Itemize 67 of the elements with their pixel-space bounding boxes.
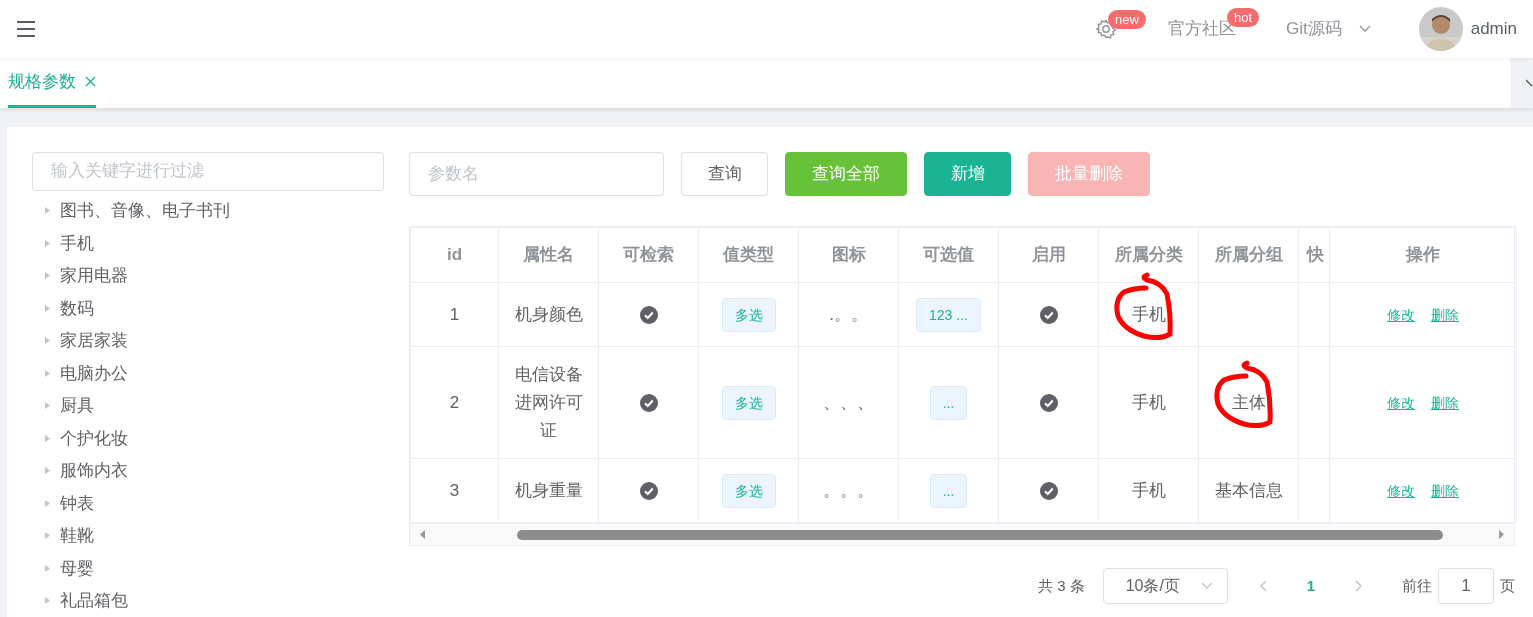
user-name[interactable]: admin xyxy=(1470,16,1517,42)
search-field[interactable]: 参数名 xyxy=(409,152,664,196)
table-cell: 基本信息 xyxy=(1214,480,1283,500)
table-cell: 电信设备进网许可证 xyxy=(498,346,599,459)
caret-icon xyxy=(1358,25,1371,33)
table-cell: 机身颜色 xyxy=(498,282,599,347)
table-cell: 1 xyxy=(410,282,499,347)
settings-link[interactable] xyxy=(1095,19,1116,39)
tree-item[interactable]: 钟表 xyxy=(32,487,384,520)
page-size-select[interactable]: 10条/页 xyxy=(1102,568,1228,604)
tree-item[interactable]: 手机 xyxy=(32,227,384,260)
column-header: 启用 xyxy=(998,227,1099,283)
goto-label: 前往 xyxy=(1402,575,1432,596)
table-cell: 机身重量 xyxy=(498,458,599,523)
tag: 123 ... xyxy=(916,297,981,332)
page-input[interactable]: 1 xyxy=(1438,568,1494,604)
table-cell: 、、、 xyxy=(798,346,899,459)
settings-icon xyxy=(1095,19,1116,39)
table-cell: 3 xyxy=(410,458,499,523)
menu-icon[interactable] xyxy=(16,19,36,39)
tree-item[interactable]: 电脑办公 xyxy=(32,357,384,390)
table-cell: 。。。 xyxy=(798,458,899,523)
scroll-right-icon[interactable] xyxy=(1499,530,1504,539)
close-icon[interactable] xyxy=(85,76,96,87)
page-suffix: 页 xyxy=(1500,575,1515,596)
column-header: 值类型 xyxy=(698,227,799,283)
column-header: 所属分组 xyxy=(1198,227,1299,283)
column-header: 图标 xyxy=(798,227,899,283)
tree-item[interactable]: 服饰内衣 xyxy=(32,454,384,487)
scroll-left-icon[interactable] xyxy=(420,530,425,539)
column-header: 可检索 xyxy=(598,227,699,283)
tree-item[interactable]: 礼品箱包 xyxy=(32,584,384,617)
source-dropdown[interactable]: Git源码 xyxy=(1285,16,1371,42)
tree-item[interactable]: 家用电器 xyxy=(32,259,384,292)
previous-page-icon[interactable] xyxy=(1259,580,1267,592)
table-cell: 手机 xyxy=(1131,480,1166,500)
tree-item[interactable]: 数码 xyxy=(32,292,384,325)
table-cell: 手机 xyxy=(1131,392,1166,412)
caret-icon xyxy=(1200,582,1213,590)
column-header: id xyxy=(410,227,499,283)
tag: 多选 xyxy=(721,385,776,420)
tree-item[interactable]: 图书、音像、电子书刊 xyxy=(32,194,384,227)
table-cell: 手机 xyxy=(1131,304,1166,324)
tree-item[interactable]: 鞋靴 xyxy=(32,519,384,552)
tag: 多选 xyxy=(721,297,776,332)
caret-icon xyxy=(1526,78,1533,88)
action-button[interactable]: 查询 xyxy=(681,152,768,196)
column-header: 操作 xyxy=(1329,227,1517,283)
column-header: 可选值 xyxy=(898,227,999,283)
tag: ... xyxy=(929,385,968,420)
tree-item[interactable]: 个护化妆 xyxy=(32,422,384,455)
filter-field[interactable]: 输入关键字进行过滤 xyxy=(32,152,384,191)
table-cell: 主体 xyxy=(1231,392,1266,412)
tag: ... xyxy=(929,473,968,508)
table-cell: 2 xyxy=(410,346,499,459)
tag: 多选 xyxy=(721,473,776,508)
table-cell: .。。 xyxy=(798,282,899,347)
column-header: 所属分类 xyxy=(1098,227,1199,283)
scrollbar[interactable] xyxy=(410,523,1514,545)
column-header: 属性名 xyxy=(498,227,599,283)
tree-item[interactable]: 厨具 xyxy=(32,389,384,422)
tree-item[interactable]: 家居家装 xyxy=(32,324,384,357)
column-header: 快 xyxy=(1298,227,1330,283)
total-count: 共 3 条 xyxy=(1037,575,1085,596)
badge-count: new xyxy=(1107,10,1146,29)
next-page-icon[interactable] xyxy=(1355,580,1362,592)
tree-item[interactable]: 母婴 xyxy=(32,552,384,585)
